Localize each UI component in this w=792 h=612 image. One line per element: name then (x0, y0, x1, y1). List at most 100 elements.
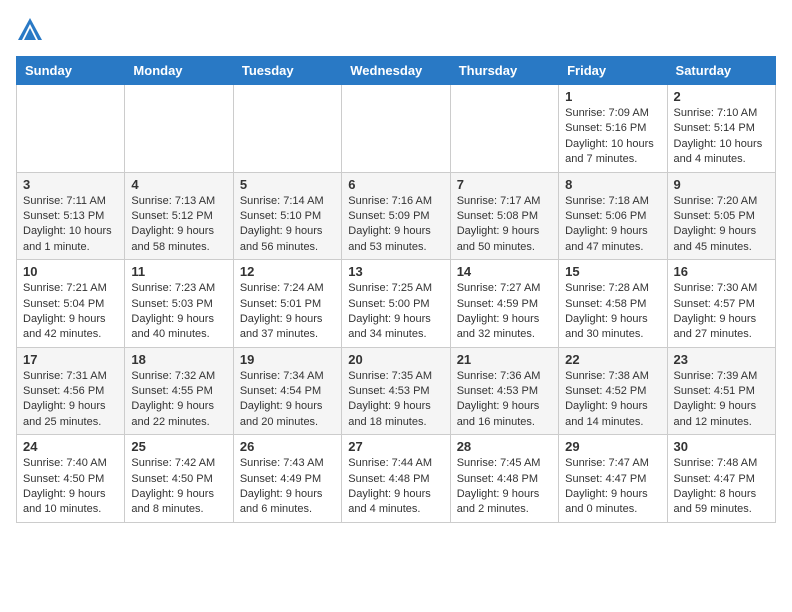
day-number: 8 (565, 177, 660, 192)
day-number: 26 (240, 439, 335, 454)
day-info: Sunrise: 7:34 AM Sunset: 4:54 PM Dayligh… (240, 369, 335, 431)
week-row-4: 17 Sunrise: 7:31 AM Sunset: 4:56 PM Dayli… (17, 347, 776, 435)
day-cell (342, 85, 450, 173)
day-info: Sunrise: 7:23 AM Sunset: 5:03 PM Dayligh… (131, 281, 226, 343)
day-cell: 1Sunrise: 7:09 AM Sunset: 5:16 PM Daylig… (559, 85, 667, 173)
day-number: 5 (240, 177, 335, 192)
day-number: 30 (674, 439, 769, 454)
day-number: 10 (23, 264, 118, 279)
day-info: Sunrise: 7:30 AM Sunset: 4:57 PM Dayligh… (674, 281, 769, 343)
day-number: 23 (674, 352, 769, 367)
day-cell: 21 Sunrise: 7:36 AM Sunset: 4:53 PM Dayli… (450, 347, 558, 435)
day-number: 3 (23, 177, 118, 192)
day-cell: 24Sunrise: 7:40 AM Sunset: 4:50 PM Dayli… (17, 435, 125, 523)
day-cell: 15 Sunrise: 7:28 AM Sunset: 4:58 PM Dayli… (559, 260, 667, 348)
day-info: Sunrise: 7:38 AM Sunset: 4:52 PM Dayligh… (565, 369, 660, 431)
day-number: 7 (457, 177, 552, 192)
day-info: Sunrise: 7:42 AM Sunset: 4:50 PM Dayligh… (131, 456, 226, 518)
day-number: 29 (565, 439, 660, 454)
day-info: Sunrise: 7:14 AM Sunset: 5:10 PM Dayligh… (240, 194, 335, 256)
day-cell: 7 Sunrise: 7:17 AM Sunset: 5:08 PM Daylig… (450, 172, 558, 260)
weekday-header-sunday: Sunday (17, 57, 125, 85)
day-number: 12 (240, 264, 335, 279)
calendar-table: SundayMondayTuesdayWednesdayThursdayFrid… (16, 56, 776, 523)
day-cell: 3 Sunrise: 7:11 AM Sunset: 5:13 PM Daylig… (17, 172, 125, 260)
weekday-header-wednesday: Wednesday (342, 57, 450, 85)
day-number: 9 (674, 177, 769, 192)
day-info: Sunrise: 7:10 AM Sunset: 5:14 PM Dayligh… (674, 106, 769, 168)
header (16, 16, 776, 44)
day-info: Sunrise: 7:20 AM Sunset: 5:05 PM Dayligh… (674, 194, 769, 256)
day-cell: 13Sunrise: 7:25 AM Sunset: 5:00 PM Dayli… (342, 260, 450, 348)
weekday-header-saturday: Saturday (667, 57, 775, 85)
day-cell: 8 Sunrise: 7:18 AM Sunset: 5:06 PM Daylig… (559, 172, 667, 260)
day-number: 25 (131, 439, 226, 454)
day-cell: 10 Sunrise: 7:21 AM Sunset: 5:04 PM Dayli… (17, 260, 125, 348)
day-info: Sunrise: 7:18 AM Sunset: 5:06 PM Dayligh… (565, 194, 660, 256)
day-number: 17 (23, 352, 118, 367)
day-cell: 16Sunrise: 7:30 AM Sunset: 4:57 PM Dayli… (667, 260, 775, 348)
day-number: 11 (131, 264, 226, 279)
day-cell: 20Sunrise: 7:35 AM Sunset: 4:53 PM Dayli… (342, 347, 450, 435)
day-number: 4 (131, 177, 226, 192)
day-number: 6 (348, 177, 443, 192)
day-cell: 11 Sunrise: 7:23 AM Sunset: 5:03 PM Dayli… (125, 260, 233, 348)
day-cell (17, 85, 125, 173)
day-cell: 28 Sunrise: 7:45 AM Sunset: 4:48 PM Dayli… (450, 435, 558, 523)
day-cell (233, 85, 341, 173)
day-cell: 6 Sunrise: 7:16 AM Sunset: 5:09 PM Daylig… (342, 172, 450, 260)
day-number: 20 (348, 352, 443, 367)
day-number: 27 (348, 439, 443, 454)
day-cell (125, 85, 233, 173)
day-cell: 30 Sunrise: 7:48 AM Sunset: 4:47 PM Dayli… (667, 435, 775, 523)
day-number: 1 (565, 89, 660, 104)
day-cell: 18 Sunrise: 7:32 AM Sunset: 4:55 PM Dayli… (125, 347, 233, 435)
day-info: Sunrise: 7:39 AM Sunset: 4:51 PM Dayligh… (674, 369, 769, 431)
day-info: Sunrise: 7:16 AM Sunset: 5:09 PM Dayligh… (348, 194, 443, 256)
day-cell: 23 Sunrise: 7:39 AM Sunset: 4:51 PM Dayli… (667, 347, 775, 435)
page-container: SundayMondayTuesdayWednesdayThursdayFrid… (16, 16, 776, 523)
day-number: 19 (240, 352, 335, 367)
day-number: 14 (457, 264, 552, 279)
day-info: Sunrise: 7:27 AM Sunset: 4:59 PM Dayligh… (457, 281, 552, 343)
weekday-header-friday: Friday (559, 57, 667, 85)
day-cell: 5 Sunrise: 7:14 AM Sunset: 5:10 PM Daylig… (233, 172, 341, 260)
week-row-5: 24Sunrise: 7:40 AM Sunset: 4:50 PM Dayli… (17, 435, 776, 523)
day-info: Sunrise: 7:31 AM Sunset: 4:56 PM Dayligh… (23, 369, 118, 431)
day-info: Sunrise: 7:28 AM Sunset: 4:58 PM Dayligh… (565, 281, 660, 343)
day-info: Sunrise: 7:21 AM Sunset: 5:04 PM Dayligh… (23, 281, 118, 343)
day-number: 21 (457, 352, 552, 367)
day-info: Sunrise: 7:24 AM Sunset: 5:01 PM Dayligh… (240, 281, 335, 343)
day-number: 2 (674, 89, 769, 104)
day-number: 15 (565, 264, 660, 279)
day-info: Sunrise: 7:32 AM Sunset: 4:55 PM Dayligh… (131, 369, 226, 431)
day-info: Sunrise: 7:36 AM Sunset: 4:53 PM Dayligh… (457, 369, 552, 431)
day-cell: 17 Sunrise: 7:31 AM Sunset: 4:56 PM Dayli… (17, 347, 125, 435)
day-cell: 25 Sunrise: 7:42 AM Sunset: 4:50 PM Dayli… (125, 435, 233, 523)
week-row-2: 3 Sunrise: 7:11 AM Sunset: 5:13 PM Daylig… (17, 172, 776, 260)
day-info: Sunrise: 7:17 AM Sunset: 5:08 PM Dayligh… (457, 194, 552, 256)
day-number: 13 (348, 264, 443, 279)
day-cell: 27Sunrise: 7:44 AM Sunset: 4:48 PM Dayli… (342, 435, 450, 523)
day-cell: 14 Sunrise: 7:27 AM Sunset: 4:59 PM Dayli… (450, 260, 558, 348)
day-cell: 4 Sunrise: 7:13 AM Sunset: 5:12 PM Daylig… (125, 172, 233, 260)
day-info: Sunrise: 7:13 AM Sunset: 5:12 PM Dayligh… (131, 194, 226, 256)
day-info: Sunrise: 7:47 AM Sunset: 4:47 PM Dayligh… (565, 456, 660, 518)
day-cell (450, 85, 558, 173)
day-info: Sunrise: 7:45 AM Sunset: 4:48 PM Dayligh… (457, 456, 552, 518)
day-number: 22 (565, 352, 660, 367)
day-info: Sunrise: 7:43 AM Sunset: 4:49 PM Dayligh… (240, 456, 335, 518)
day-number: 28 (457, 439, 552, 454)
logo[interactable] (16, 16, 48, 44)
day-info: Sunrise: 7:48 AM Sunset: 4:47 PM Dayligh… (674, 456, 769, 518)
week-row-3: 10 Sunrise: 7:21 AM Sunset: 5:04 PM Dayli… (17, 260, 776, 348)
weekday-header-thursday: Thursday (450, 57, 558, 85)
day-info: Sunrise: 7:11 AM Sunset: 5:13 PM Dayligh… (23, 194, 118, 256)
weekday-header-tuesday: Tuesday (233, 57, 341, 85)
day-cell: 9 Sunrise: 7:20 AM Sunset: 5:05 PM Daylig… (667, 172, 775, 260)
day-cell: 2 Sunrise: 7:10 AM Sunset: 5:14 PM Daylig… (667, 85, 775, 173)
day-number: 24 (23, 439, 118, 454)
day-number: 18 (131, 352, 226, 367)
day-cell: 29 Sunrise: 7:47 AM Sunset: 4:47 PM Dayli… (559, 435, 667, 523)
weekday-header-monday: Monday (125, 57, 233, 85)
